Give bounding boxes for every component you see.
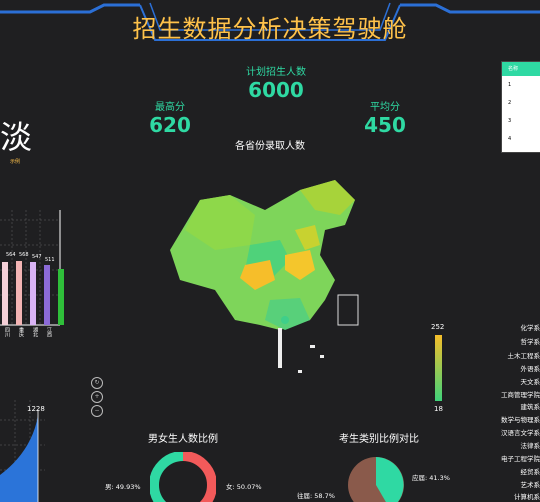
- gender-chart-title: 男女生人数比例: [148, 434, 218, 445]
- dept-item: 土木工程系: [507, 352, 540, 360]
- max-value: 620: [149, 113, 191, 137]
- max-label: 最高分: [155, 102, 185, 113]
- male-arc: [150, 452, 184, 502]
- bar-label-3: 江西: [46, 327, 52, 337]
- legend-min: 18: [434, 405, 443, 413]
- left-bar-chart: [0, 210, 64, 326]
- avg-value: 450: [364, 113, 406, 137]
- dept-item: 工商管理学院: [501, 391, 540, 399]
- dept-item: 法律系: [520, 442, 540, 450]
- data-table: 名称 1 2 3 4: [501, 61, 540, 153]
- refresh-icon[interactable]: ↻: [91, 377, 103, 389]
- left-caption: 示例: [10, 159, 21, 165]
- page-title: 招生数据分析决策驾驶舱: [132, 15, 408, 43]
- table-row[interactable]: 2: [502, 94, 540, 112]
- area-peak-label: 1228: [27, 405, 45, 413]
- bar-value-3: 511: [45, 257, 55, 263]
- zoom-out-icon[interactable]: −: [91, 405, 103, 417]
- bar-value-0: 564: [6, 252, 16, 258]
- dept-item: 外语系: [520, 365, 540, 373]
- dept-item: 数学与物理系: [501, 416, 540, 424]
- legend-gradient[interactable]: [435, 335, 442, 401]
- dept-item: 化学系: [520, 324, 540, 332]
- table-header: 名称: [502, 62, 540, 76]
- dept-item: 天文系: [520, 378, 540, 386]
- legend-max: 252: [431, 323, 445, 331]
- table-row[interactable]: 3: [502, 112, 540, 130]
- plan-label: 计划招生人数: [246, 67, 306, 78]
- dept-item: 建筑系: [520, 403, 540, 411]
- area-chart: [0, 400, 45, 502]
- gender-donut[interactable]: [150, 452, 216, 502]
- bar-0: [2, 262, 8, 325]
- map-title: 各省份录取人数: [235, 141, 305, 152]
- dept-item: 计算机系: [514, 493, 540, 501]
- category-chart-title: 考生类别比例对比: [339, 434, 419, 445]
- dept-item: 艺术系: [520, 481, 540, 489]
- category-pie[interactable]: [346, 455, 406, 502]
- bar-2: [30, 262, 36, 325]
- plan-value: 6000: [248, 78, 304, 102]
- dept-item: 哲学系: [520, 338, 540, 346]
- zoom-in-icon[interactable]: +: [91, 391, 103, 403]
- female-label: 女: 50.07%: [226, 483, 262, 491]
- bar-label-2: 湖北: [32, 327, 38, 337]
- big-character: 淡: [0, 118, 33, 156]
- bar-label-0: 四川: [4, 327, 10, 337]
- dept-item: 汉语言文学系: [501, 429, 540, 437]
- dept-item: 电子工程学院: [501, 455, 540, 463]
- female-arc: [182, 452, 216, 502]
- avg-label: 平均分: [370, 102, 400, 113]
- table-row[interactable]: 4: [502, 130, 540, 148]
- dept-item: 经贸系: [520, 468, 540, 476]
- category-b-label: 往届: 58.7%: [297, 492, 335, 500]
- bar-value-1: 568: [19, 252, 29, 258]
- bar-4: [58, 269, 64, 325]
- category-a-label: 应届: 41.3%: [412, 474, 450, 482]
- table-row[interactable]: 1: [502, 76, 540, 94]
- china-map[interactable]: [160, 170, 380, 390]
- bar-3: [44, 265, 50, 325]
- bar-label-1: 重庆: [18, 327, 24, 337]
- bar-value-2: 547: [32, 254, 42, 260]
- male-label: 男: 49.93%: [105, 483, 141, 491]
- bar-1: [16, 261, 22, 325]
